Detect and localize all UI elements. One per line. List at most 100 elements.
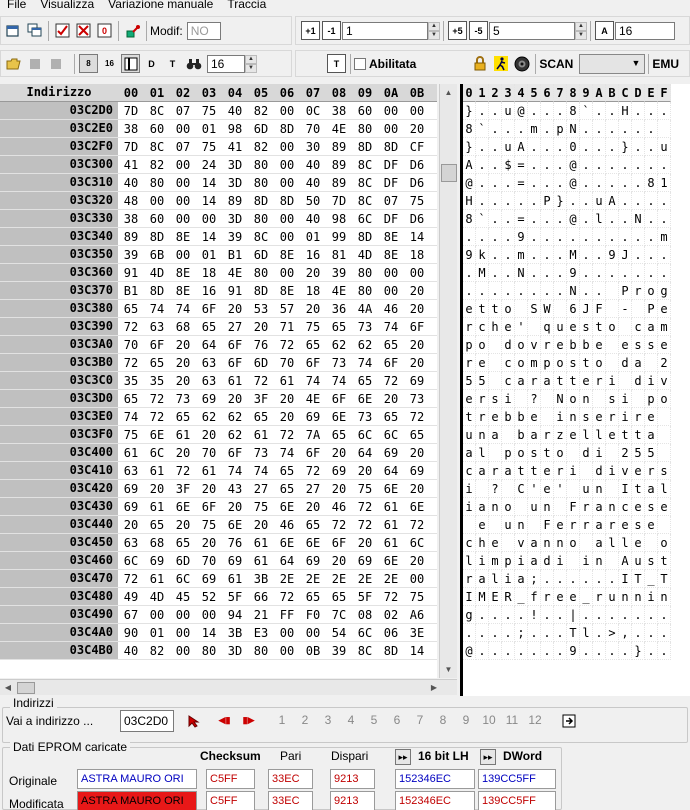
font-size-input[interactable]: 16 (615, 21, 675, 40)
ascii-char-cell[interactable]: s (658, 462, 671, 480)
hex-byte-cell[interactable]: 61 (222, 572, 248, 586)
ascii-char-cell[interactable]: v (619, 462, 632, 480)
hex-byte-cell[interactable]: 07 (170, 104, 196, 118)
binoculars-icon[interactable] (184, 54, 203, 73)
ascii-char-cell[interactable] (489, 444, 502, 462)
hex-byte-cell[interactable]: 20 (404, 338, 430, 352)
hex-byte-cell[interactable]: 14 (404, 230, 430, 244)
ascii-char-cell[interactable] (554, 498, 567, 516)
ascii-char-cell[interactable]: s (632, 516, 645, 534)
ascii-char-cell[interactable]: N (567, 120, 580, 138)
hex-byte-cell[interactable]: 65 (170, 410, 196, 424)
ascii-char-cell[interactable]: r (541, 426, 554, 444)
hex-byte-cell[interactable]: 8E (274, 248, 300, 262)
hex-byte-cell[interactable]: 80 (352, 266, 378, 280)
ascii-char-cell[interactable]: . (580, 570, 593, 588)
ascii-char-cell[interactable] (489, 372, 502, 390)
ascii-char-cell[interactable]: e (567, 426, 580, 444)
ascii-char-cell[interactable]: r (463, 570, 476, 588)
check-eprom-icon[interactable] (53, 21, 72, 40)
ascii-char-cell[interactable]: e (554, 516, 567, 534)
ascii-char-cell[interactable]: r (489, 462, 502, 480)
ascii-char-cell[interactable] (658, 408, 671, 426)
ascii-char-cell[interactable]: o (476, 336, 489, 354)
hex-byte-cell[interactable]: 72 (144, 410, 170, 424)
ascii-char-cell[interactable]: @ (567, 174, 580, 192)
hex-byte-cell[interactable]: 82 (248, 140, 274, 154)
hex-byte-cell[interactable]: 72 (274, 590, 300, 604)
ascii-char-cell[interactable]: . (489, 174, 502, 192)
new-window-icon[interactable] (4, 21, 23, 40)
hex-byte-cell[interactable]: 69 (222, 554, 248, 568)
ascii-char-cell[interactable]: n (489, 498, 502, 516)
ascii-char-cell[interactable]: . (489, 624, 502, 642)
hex-byte-cell[interactable]: 75 (248, 500, 274, 514)
ascii-char-cell[interactable]: e (619, 516, 632, 534)
hex-byte-cell[interactable]: 00 (170, 608, 196, 622)
hex-byte-cell[interactable]: 6E (144, 428, 170, 442)
hex-byte-cell[interactable]: 61 (144, 572, 170, 586)
ascii-char-cell[interactable]: o (554, 444, 567, 462)
hex-byte-cell[interactable]: 20 (118, 518, 144, 532)
scroll-right-icon[interactable]: ▶ (431, 683, 437, 692)
hex-byte-cell[interactable]: 68 (170, 320, 196, 334)
ascii-char-cell[interactable]: } (554, 192, 567, 210)
hex-byte-cell[interactable]: 75 (196, 104, 222, 118)
ascii-char-cell[interactable] (541, 390, 554, 408)
hex-byte-cell[interactable]: 3D (222, 158, 248, 172)
ascii-char-cell[interactable]: . (528, 228, 541, 246)
ascii-char-cell[interactable]: . (502, 192, 515, 210)
ascii-char-cell[interactable] (606, 300, 619, 318)
ascii-char-cell[interactable]: _ (645, 570, 658, 588)
hex-byte-cell[interactable]: 2E (352, 572, 378, 586)
ascii-char-cell[interactable]: z (554, 426, 567, 444)
ascii-char-cell[interactable]: . (528, 156, 541, 174)
hex-byte-cell[interactable]: 18 (404, 248, 430, 262)
ascii-char-cell[interactable]: i (515, 552, 528, 570)
ascii-char-cell[interactable]: a (632, 354, 645, 372)
ascii-char-cell[interactable]: M (476, 264, 489, 282)
ascii-char-cell[interactable]: N (515, 264, 528, 282)
hex-byte-cell[interactable]: 8D (352, 230, 378, 244)
ascii-char-cell[interactable]: . (658, 642, 671, 660)
ascii-char-cell[interactable]: s (606, 390, 619, 408)
hex-byte-cell[interactable]: 00 (404, 572, 430, 586)
hex-byte-cell[interactable]: 00 (196, 212, 222, 226)
ascii-char-cell[interactable]: 9 (567, 642, 580, 660)
hex-byte-cell[interactable]: 20 (222, 392, 248, 406)
ascii-char-cell[interactable]: . (502, 282, 515, 300)
hex-byte-cell[interactable]: 20 (274, 392, 300, 406)
ascii-char-cell[interactable]: . (476, 282, 489, 300)
ascii-char-cell[interactable] (567, 444, 580, 462)
ascii-char-cell[interactable]: m (528, 354, 541, 372)
hex-byte-cell[interactable]: 75 (404, 590, 430, 604)
ascii-char-cell[interactable]: . (489, 228, 502, 246)
ascii-char-cell[interactable]: . (606, 174, 619, 192)
ascii-char-cell[interactable]: I (619, 570, 632, 588)
ascii-char-cell[interactable]: . (541, 120, 554, 138)
ascii-char-cell[interactable]: i (606, 462, 619, 480)
hex-byte-cell[interactable]: 6F (222, 356, 248, 370)
ascii-char-cell[interactable]: g (658, 282, 671, 300)
cascade-windows-icon[interactable] (25, 21, 44, 40)
ascii-char-cell[interactable]: u (580, 480, 593, 498)
hex-byte-cell[interactable]: 75 (196, 518, 222, 532)
hex-byte-cell[interactable]: 94 (222, 608, 248, 622)
ascii-char-cell[interactable]: 2 (619, 444, 632, 462)
ascii-char-cell[interactable]: e (658, 300, 671, 318)
ascii-char-cell[interactable]: . (645, 624, 658, 642)
hex-byte-cell[interactable]: 60 (144, 122, 170, 136)
ascii-char-cell[interactable]: $ (502, 156, 515, 174)
hex-byte-cell[interactable]: 72 (300, 464, 326, 478)
ascii-char-cell[interactable]: e (554, 588, 567, 606)
ascii-char-cell[interactable] (502, 534, 515, 552)
ascii-char-cell[interactable] (554, 300, 567, 318)
ascii-char-cell[interactable]: e (489, 408, 502, 426)
ascii-char-cell[interactable]: . (489, 138, 502, 156)
ascii-char-cell[interactable]: e (606, 426, 619, 444)
ascii-char-cell[interactable]: P (541, 192, 554, 210)
ascii-char-cell[interactable]: . (463, 282, 476, 300)
ascii-char-cell[interactable]: . (463, 624, 476, 642)
page-number-button[interactable]: 6 (386, 713, 408, 727)
ascii-char-cell[interactable]: a (528, 534, 541, 552)
